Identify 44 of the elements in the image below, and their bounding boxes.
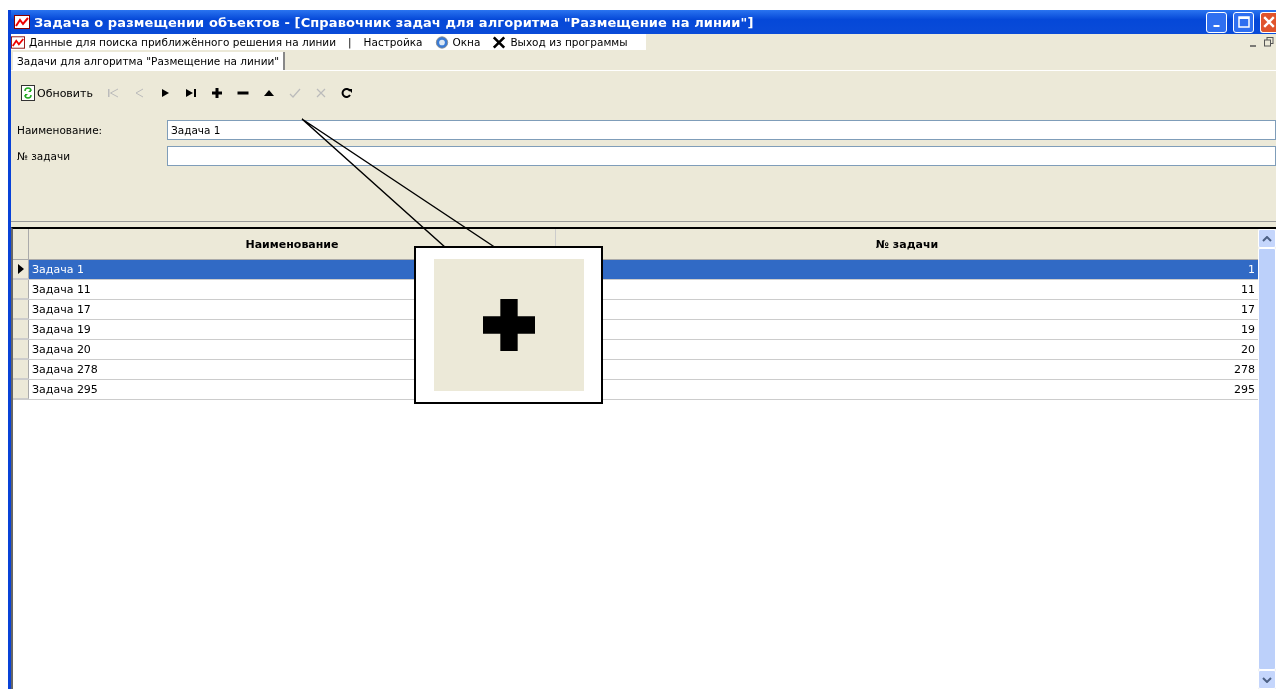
chart-icon — [14, 15, 30, 29]
last-icon — [184, 87, 197, 99]
input-field[interactable] — [167, 146, 1276, 166]
caret-down-icon — [1262, 676, 1272, 683]
menu-item[interactable]: Выход из программы — [492, 35, 628, 49]
table-cell-text: 19 — [1240, 322, 1256, 338]
checkmark-icon — [288, 87, 301, 99]
refresh-button[interactable]: Обновить — [15, 82, 99, 104]
menu-separator: | — [348, 36, 352, 48]
refresh-icon — [21, 85, 35, 101]
plus-icon — [210, 87, 223, 99]
maximize-button[interactable] — [1233, 11, 1254, 33]
scroll-up-button[interactable] — [1258, 229, 1276, 248]
window-title: Задача о размещении объектов - [Справочник задач для алгоритма "Размещение на линии"] — [34, 14, 754, 30]
minimize-button[interactable] — [1206, 11, 1227, 33]
maximize-icon — [1237, 16, 1250, 28]
column-header[interactable]: № задачи — [556, 229, 1258, 259]
first-icon — [106, 87, 119, 99]
field-label: № задачи — [17, 150, 71, 162]
menu-item[interactable]: Данные для поиска приближённого решения на линии — [11, 35, 337, 49]
tab[interactable]: Задачи для алгоритма "Размещение на линии" — [13, 52, 286, 70]
scroll-down-button[interactable] — [1258, 670, 1276, 689]
minimize-icon — [1250, 45, 1256, 47]
restore-button[interactable] — [1262, 35, 1276, 49]
row-header[interactable] — [13, 260, 29, 279]
minimize-icon — [1213, 25, 1220, 27]
close-icon — [492, 35, 507, 49]
close-button[interactable] — [1260, 11, 1276, 33]
table-cell-text: 11 — [1240, 282, 1256, 298]
cross-icon — [314, 87, 327, 99]
close-icon — [1262, 16, 1275, 28]
plus-icon — [482, 299, 535, 351]
caret-up-icon — [1262, 235, 1272, 242]
row-pointer-icon — [17, 264, 24, 274]
table-cell-text: 295 — [1233, 382, 1256, 398]
table-cell-text: 20 — [1240, 342, 1256, 358]
menu-item[interactable]: Окна — [434, 35, 481, 49]
table-cell-text: 278 — [1233, 362, 1256, 378]
field-label: Наименование: — [17, 124, 104, 136]
reload-icon — [340, 87, 353, 99]
menu-item[interactable]: Настройка — [363, 36, 423, 48]
input-field[interactable]: Задача 1 — [167, 120, 1276, 140]
table-cell-text: 17 — [1240, 302, 1256, 318]
globe-icon — [434, 35, 449, 49]
